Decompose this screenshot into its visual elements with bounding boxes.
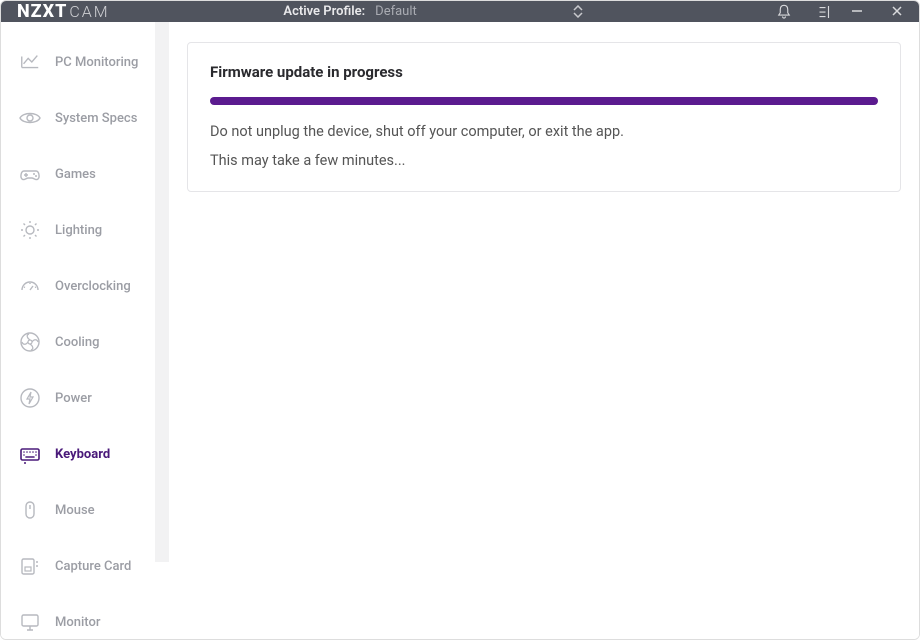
- gamesense-button[interactable]: [815, 3, 833, 21]
- gauge-icon: [17, 274, 43, 298]
- window-controls: [851, 2, 903, 21]
- gamepad-icon: [17, 162, 43, 186]
- firmware-update-card: Firmware update in progress Do not unplu…: [187, 42, 901, 192]
- bell-icon: [775, 3, 793, 21]
- sidebar-item-label: Mouse: [55, 503, 95, 518]
- sidebar-item-label: System Specs: [55, 111, 137, 126]
- sidebar-item-system-specs[interactable]: System Specs: [1, 90, 169, 146]
- sun-icon: [17, 218, 43, 242]
- minimize-icon: [851, 5, 863, 17]
- app-body: PC Monitoring System Specs Games Lightin…: [1, 22, 919, 640]
- sidebar: PC Monitoring System Specs Games Lightin…: [1, 22, 169, 640]
- logo-text-bold: NZXT: [17, 1, 67, 22]
- sidebar-item-label: Cooling: [55, 335, 99, 350]
- capture-card-icon: [17, 554, 43, 578]
- panel-right-icon: [815, 3, 833, 21]
- minimize-button[interactable]: [851, 2, 863, 21]
- chevron-up-icon: [573, 5, 583, 11]
- monitor-icon: [17, 610, 43, 634]
- sidebar-item-monitor[interactable]: Monitor: [1, 594, 169, 640]
- progress-bar: [210, 97, 878, 105]
- sidebar-item-overclocking[interactable]: Overclocking: [1, 258, 169, 314]
- active-profile-value[interactable]: Default: [375, 4, 555, 19]
- eye-icon: [17, 106, 43, 130]
- sidebar-item-lighting[interactable]: Lighting: [1, 202, 169, 258]
- app-logo: NZXT CAM: [17, 1, 110, 22]
- sidebar-item-label: Lighting: [55, 223, 102, 238]
- chevron-down-icon: [573, 12, 583, 18]
- profile-dropdown-toggle[interactable]: [573, 5, 583, 18]
- logo-text-thin: CAM: [69, 2, 109, 21]
- sidebar-item-mouse[interactable]: Mouse: [1, 482, 169, 538]
- sidebar-item-label: Monitor: [55, 615, 100, 630]
- mouse-icon: [17, 498, 43, 522]
- titlebar-center: Active Profile: Default: [110, 4, 775, 19]
- titlebar: NZXT CAM Active Profile: Default: [1, 1, 919, 22]
- sidebar-item-label: Overclocking: [55, 279, 131, 294]
- chart-icon: [17, 51, 43, 73]
- sidebar-item-pc-monitoring[interactable]: PC Monitoring: [1, 34, 169, 90]
- app-window: NZXT CAM Active Profile: Default: [0, 0, 920, 640]
- content-area: Firmware update in progress Do not unplu…: [169, 22, 919, 640]
- sidebar-scrollbar[interactable]: [159, 22, 165, 562]
- card-warning-text: Do not unplug the device, shut off your …: [210, 123, 878, 140]
- sidebar-item-power[interactable]: Power: [1, 370, 169, 426]
- sidebar-item-keyboard[interactable]: Keyboard: [1, 426, 169, 482]
- sidebar-item-capture-card[interactable]: Capture Card: [1, 538, 169, 594]
- keyboard-icon: [17, 442, 43, 466]
- sidebar-item-label: Keyboard: [55, 447, 110, 462]
- bolt-icon: [17, 386, 43, 410]
- close-icon: [891, 5, 903, 17]
- card-wait-text: This may take a few minutes...: [210, 152, 878, 169]
- active-profile-label: Active Profile:: [283, 4, 365, 19]
- sidebar-item-label: Capture Card: [55, 559, 131, 574]
- card-title: Firmware update in progress: [210, 63, 878, 81]
- sidebar-item-label: PC Monitoring: [55, 55, 138, 70]
- sidebar-item-label: Power: [55, 391, 92, 406]
- close-button[interactable]: [891, 2, 903, 21]
- sidebar-item-games[interactable]: Games: [1, 146, 169, 202]
- titlebar-icons: [775, 3, 833, 21]
- sidebar-item-label: Games: [55, 167, 96, 182]
- fan-icon: [17, 330, 43, 354]
- notifications-button[interactable]: [775, 3, 793, 21]
- sidebar-item-cooling[interactable]: Cooling: [1, 314, 169, 370]
